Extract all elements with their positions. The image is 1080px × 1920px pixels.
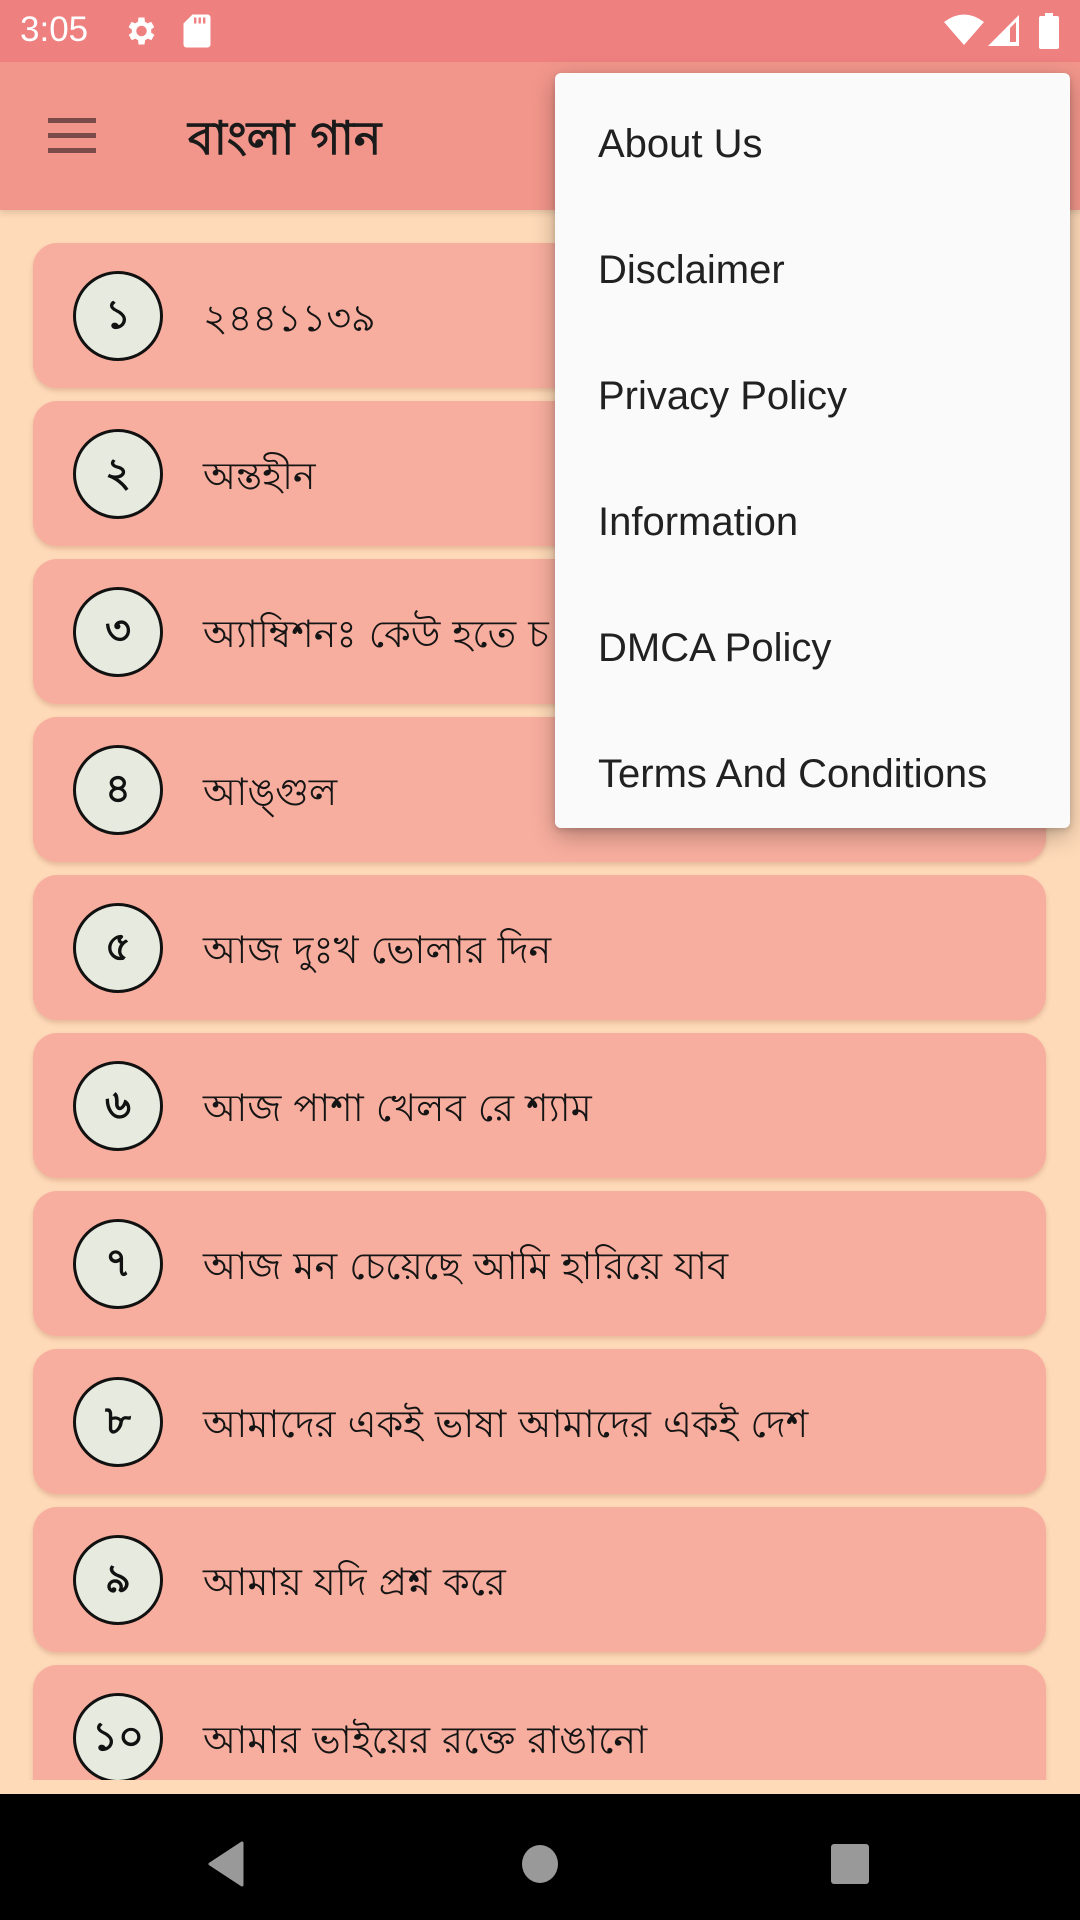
song-number-badge: ২ — [73, 429, 163, 519]
page-title: বাংলা গান — [188, 111, 382, 165]
song-title: আমাদের একই ভাষা আমাদের একই দেশ — [203, 1402, 809, 1446]
song-number-badge: ৬ — [73, 1061, 163, 1151]
hamburger-line — [48, 133, 96, 138]
song-number-badge: ৯ — [73, 1535, 163, 1625]
status-time: 3:05 — [20, 10, 89, 49]
song-card[interactable]: ১০ আমার ভাইয়ের রক্তে রাঙানো — [33, 1665, 1046, 1780]
menu-item-about-us[interactable]: About Us — [555, 81, 1070, 207]
song-number-badge: ১০ — [73, 1693, 163, 1780]
battery-icon — [1038, 13, 1060, 53]
wifi-icon — [944, 13, 984, 51]
song-title: আঙ্গুল — [203, 770, 338, 814]
song-card[interactable]: ৬ আজ পাশা খেলব রে শ্যাম — [33, 1033, 1046, 1178]
song-number-badge: ৮ — [73, 1377, 163, 1467]
song-title: আজ পাশা খেলব রে শ্যাম — [203, 1086, 592, 1130]
home-button[interactable] — [510, 1834, 570, 1894]
menu-item-dmca-policy[interactable]: DMCA Policy — [555, 585, 1070, 711]
system-nav-bar — [0, 1794, 1080, 1920]
menu-item-information[interactable]: Information — [555, 459, 1070, 585]
song-card[interactable]: ৯ আমায় যদি প্রশ্ন করে — [33, 1507, 1046, 1652]
recents-icon — [831, 1844, 869, 1884]
settings-icon — [122, 13, 158, 53]
song-card[interactable]: ৫ আজ দুঃখ ভোলার দিন — [33, 875, 1046, 1020]
song-title: অ্যাম্বিশনঃ কেউ হতে চ — [203, 612, 549, 656]
overflow-menu: About Us Disclaimer Privacy Policy Infor… — [555, 73, 1070, 828]
song-number-badge: ৪ — [73, 745, 163, 835]
song-number-badge: ৫ — [73, 903, 163, 993]
song-number-badge: ৩ — [73, 587, 163, 677]
song-title: আমার ভাইয়ের রক্তে রাঙানো — [203, 1718, 648, 1762]
signal-icon — [988, 13, 1022, 51]
back-button[interactable] — [196, 1834, 256, 1894]
hamburger-menu-icon — [48, 118, 96, 123]
status-bar: 3:05 — [0, 0, 1080, 62]
menu-item-disclaimer[interactable]: Disclaimer — [555, 207, 1070, 333]
menu-item-terms-and-conditions[interactable]: Terms And Conditions — [555, 711, 1070, 837]
song-title: আমায় যদি প্রশ্ন করে — [203, 1560, 506, 1604]
song-number-badge: ১ — [73, 271, 163, 361]
song-title: অন্তহীন — [203, 454, 316, 498]
home-icon — [522, 1845, 558, 1883]
song-number-badge: ৭ — [73, 1219, 163, 1309]
hamburger-line — [48, 148, 96, 153]
hamburger-menu-button[interactable] — [30, 106, 116, 166]
song-title: আজ মন চেয়েছে আমি হারিয়ে যাব — [203, 1244, 729, 1288]
song-title: ২৪৪১১৩৯ — [203, 296, 376, 340]
song-title: আজ দুঃখ ভোলার দিন — [203, 928, 552, 972]
song-card[interactable]: ৮ আমাদের একই ভাষা আমাদের একই দেশ — [33, 1349, 1046, 1494]
recents-button[interactable] — [820, 1834, 880, 1894]
sd-card-icon — [182, 13, 212, 53]
song-card[interactable]: ৭ আজ মন চেয়েছে আমি হারিয়ে যাব — [33, 1191, 1046, 1336]
menu-item-privacy-policy[interactable]: Privacy Policy — [555, 333, 1070, 459]
back-icon — [208, 1841, 244, 1887]
